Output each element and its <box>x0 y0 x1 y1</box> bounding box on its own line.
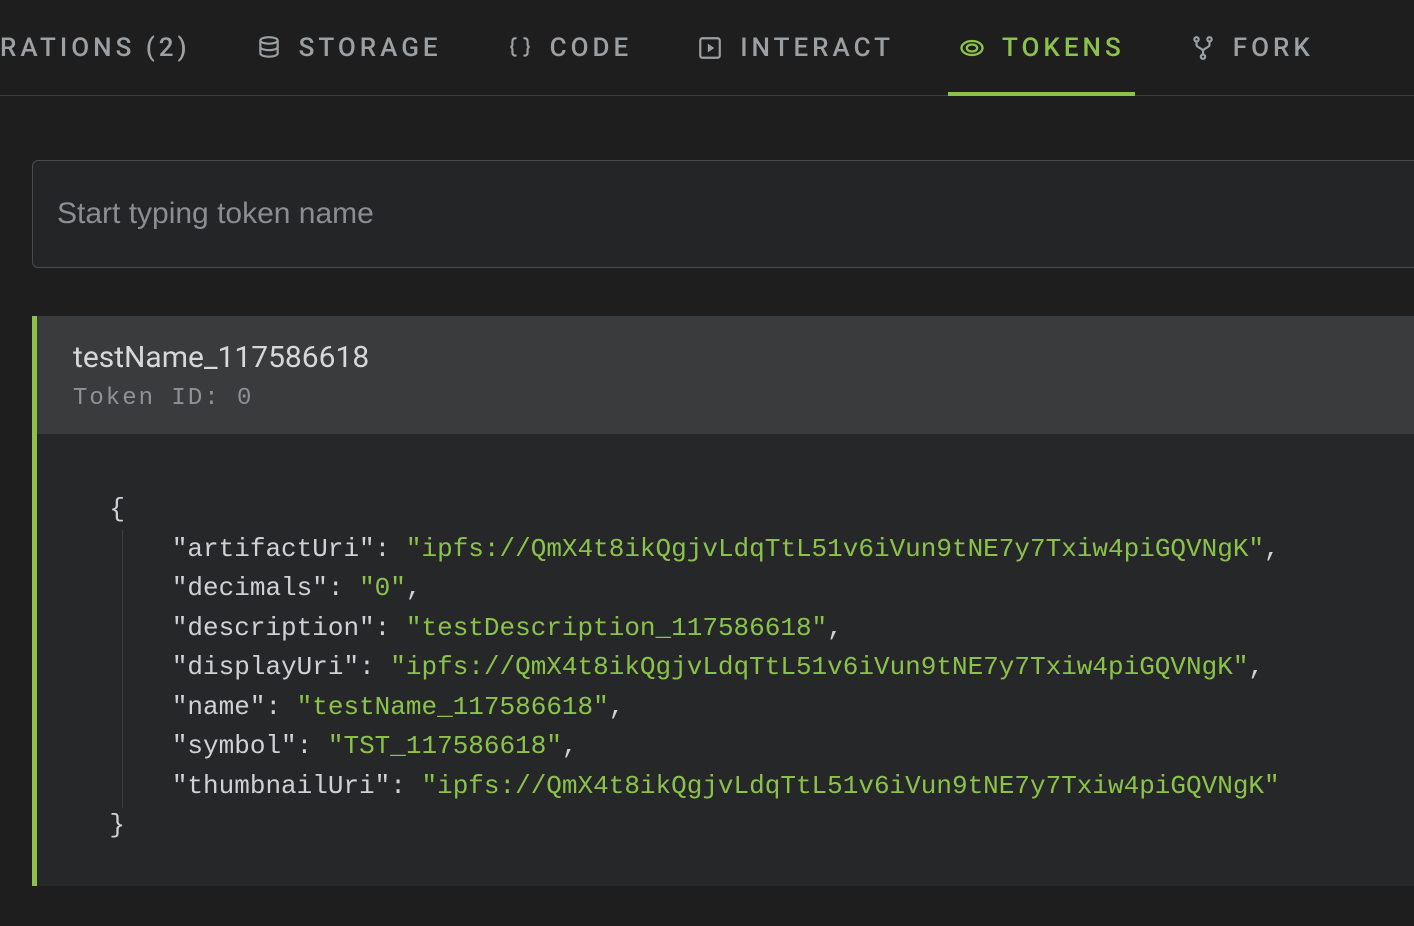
fork-icon <box>1189 34 1217 62</box>
tab-bar: RATIONS (2) STORAGE CODE INTERACT <box>0 0 1414 96</box>
tab-operations[interactable]: RATIONS (2) <box>0 0 223 95</box>
token-card: testName_117586618 Token ID: 0 { "artifa… <box>32 316 1414 886</box>
tab-code[interactable]: CODE <box>474 0 665 95</box>
tab-tokens[interactable]: TOKENS <box>926 0 1157 95</box>
search-wrap <box>32 160 1414 268</box>
token-header[interactable]: testName_117586618 Token ID: 0 <box>37 316 1414 434</box>
token-json: { "artifactUri": "ipfs://QmX4t8ikQgjvLdq… <box>37 434 1414 886</box>
token-id: Token ID: 0 <box>73 385 1378 412</box>
tab-interact-label: INTERACT <box>740 33 894 63</box>
token-search-input[interactable] <box>32 160 1414 268</box>
play-square-icon <box>696 34 724 62</box>
tab-fork-label: FORK <box>1233 33 1314 63</box>
indent-guide <box>122 530 123 808</box>
tab-interact[interactable]: INTERACT <box>664 0 926 95</box>
database-icon <box>255 34 283 62</box>
token-name: testName_117586618 <box>73 340 1378 375</box>
tab-fork[interactable]: FORK <box>1157 0 1346 95</box>
tab-storage[interactable]: STORAGE <box>223 0 474 95</box>
tab-operations-label: RATIONS (2) <box>0 33 191 63</box>
braces-icon <box>506 34 534 62</box>
tab-tokens-label: TOKENS <box>1002 33 1125 63</box>
token-icon <box>958 34 986 62</box>
tab-code-label: CODE <box>550 33 633 63</box>
tab-storage-label: STORAGE <box>299 33 442 63</box>
content-area: testName_117586618 Token ID: 0 { "artifa… <box>0 96 1414 886</box>
